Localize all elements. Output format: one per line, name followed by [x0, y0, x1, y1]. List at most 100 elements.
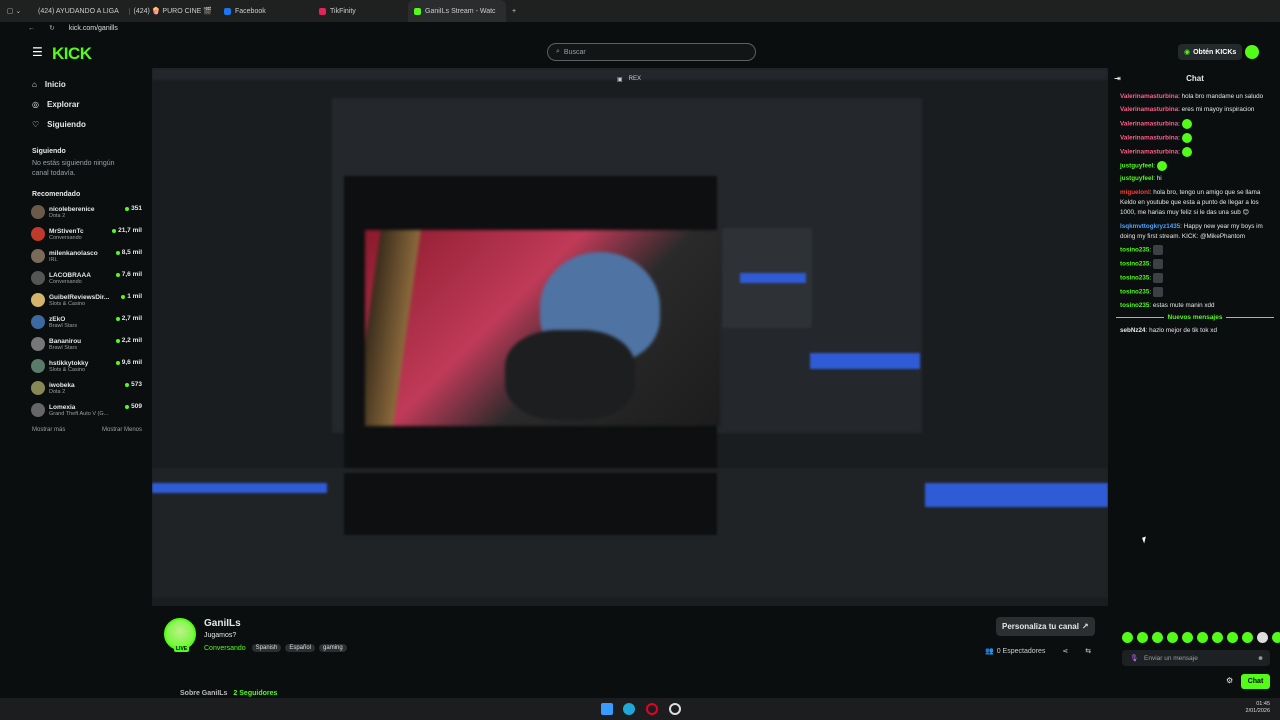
chat-username[interactable]: sebNz24	[1120, 327, 1146, 334]
stream-tag[interactable]: Spanish	[251, 644, 282, 652]
channel-name: milenkanolasco	[49, 249, 98, 257]
stream-info: LIVE GaniILs Jugamos? Conversando Spanis…	[152, 606, 1108, 700]
recommended-channel[interactable]: Bananirou Brawl Stars 2,2 mil	[0, 333, 150, 355]
chat-emote-icon	[1181, 118, 1192, 129]
share-icon[interactable]: ⋖	[1062, 647, 1068, 655]
show-less-link[interactable]: Mostrar Menos	[102, 427, 142, 433]
edge-icon[interactable]	[623, 703, 635, 715]
video-player[interactable]: ▣ REX	[152, 68, 1108, 606]
chat-input[interactable]: 🎙 Enviar un mensaje ☻	[1122, 650, 1270, 666]
channel-category: Slots & Casino	[49, 366, 86, 373]
tab-actions-icon[interactable]: ▢ ⌄	[0, 7, 28, 15]
chat-emote-icon	[1152, 273, 1163, 284]
emote-icon[interactable]	[1242, 632, 1253, 643]
about-section-heading: Sobre GaniILs 2 Seguidores	[180, 690, 278, 697]
chat-username[interactable]: tosino235	[1120, 302, 1149, 309]
back-icon[interactable]: ←	[28, 25, 35, 32]
chat-username[interactable]: Valerinamasturbina	[1120, 134, 1178, 141]
emote-icon[interactable]	[1182, 632, 1193, 643]
recommended-channel[interactable]: iwobeka Dota 2 573	[0, 377, 150, 399]
recommended-channel[interactable]: zEkO Brawl Stars 2,7 mil	[0, 311, 150, 333]
channel-name[interactable]: GaniILs	[204, 618, 241, 629]
emote-icon[interactable]	[1197, 632, 1208, 643]
browser-tab[interactable]: TikFinity	[313, 0, 408, 22]
recommended-heading: Recomendado	[32, 191, 81, 198]
show-more-link[interactable]: Mostrar más	[32, 427, 65, 433]
url-field[interactable]: kick.com/ganills	[69, 25, 118, 32]
chat-username[interactable]: miguelonl	[1120, 189, 1150, 196]
channel-name: hstikkytokky	[49, 359, 89, 367]
emote-icon[interactable]	[1272, 632, 1280, 643]
chat-username[interactable]: Valerinamasturbina	[1120, 93, 1178, 100]
chat-username[interactable]: Valerinamasturbina	[1120, 106, 1178, 113]
app-icon[interactable]	[669, 703, 681, 715]
chat-username[interactable]: Isqkmvttogkryz1435	[1120, 223, 1180, 230]
chat-username[interactable]: tosino235	[1120, 247, 1149, 254]
customize-channel-button[interactable]: Personaliza tu canal ↗	[996, 617, 1095, 636]
chat-emote-icon	[1152, 245, 1163, 256]
channel-viewers: 2,7 mil	[115, 315, 142, 322]
stream-tag[interactable]: Español	[285, 644, 316, 652]
os-taskbar: 01:45 2/01/2026	[0, 698, 1280, 720]
windows-start-icon[interactable]	[601, 703, 613, 715]
chat-username[interactable]: justguyfeel	[1120, 175, 1153, 182]
chat-settings-icon[interactable]: ⚙	[1226, 676, 1233, 685]
chat-username[interactable]: Valerinamasturbina	[1120, 120, 1178, 127]
emote-icon[interactable]	[1212, 632, 1223, 643]
emoji-icon[interactable]: ☻	[1257, 655, 1264, 662]
sidebar-nav-inicio[interactable]: ⌂ Inicio	[0, 74, 150, 94]
opera-icon[interactable]	[646, 703, 658, 715]
live-dot-icon	[121, 294, 126, 299]
search-icon: ⌕	[556, 48, 560, 55]
chat-username[interactable]: tosino235	[1120, 261, 1149, 268]
following-heading: Siguiendo	[32, 148, 66, 155]
recommended-channel[interactable]: Lomexia Grand Theft Auto V (G... 509	[0, 399, 150, 421]
browser-tab[interactable]: (424) AYUDANDO A LIGA	[28, 0, 123, 22]
stream-title: Jugamos?	[204, 632, 237, 639]
stream-category[interactable]: Conversando	[204, 645, 246, 652]
menu-icon[interactable]: ☰	[32, 45, 43, 59]
chat-username[interactable]: justguyfeel	[1120, 162, 1153, 169]
layout-icon: ▣	[617, 77, 623, 83]
sidebar-nav-label: Explorar	[46, 99, 80, 109]
search-input[interactable]: ⌕ Buscar	[547, 43, 756, 61]
collapse-chat-icon[interactable]: ⇥	[1114, 74, 1121, 83]
recommended-channel[interactable]: milenkanolasco IRL 8,5 mil	[0, 245, 150, 267]
chat-message: miguelonl: hola bro, tengo un amigo que …	[1120, 188, 1261, 217]
emote-icon[interactable]	[1227, 632, 1238, 643]
more-icon[interactable]: ⇆	[1085, 647, 1091, 655]
kick-logo[interactable]: KICK	[52, 44, 92, 64]
mic-icon[interactable]: 🎙	[1130, 654, 1138, 662]
channel-category: Brawl Stars	[49, 344, 78, 351]
browser-tab[interactable]: GaniILs Stream - Watc	[408, 0, 506, 22]
recommended-channel[interactable]: nicoleberenice Dota 2 351	[0, 201, 150, 223]
chat-username[interactable]: tosino235	[1120, 275, 1149, 282]
get-kicks-button[interactable]: ◉ Obtén KICKs	[1178, 44, 1243, 60]
emote-icon[interactable]	[1167, 632, 1178, 643]
emote-icon[interactable]	[1152, 632, 1163, 643]
channel-name: LACOBRAAA	[49, 271, 91, 279]
user-avatar[interactable]	[1245, 45, 1259, 59]
chat-username[interactable]: tosino235	[1120, 289, 1149, 296]
emote-icon[interactable]	[1122, 632, 1133, 643]
reload-icon[interactable]: ↻	[49, 24, 55, 32]
browser-tab[interactable]: (424) 🍿 PURO CINE 🎬	[123, 0, 218, 22]
channel-avatar	[31, 227, 45, 241]
recommended-channel[interactable]: LACOBRAAA Conversando 7,6 mil	[0, 267, 150, 289]
stream-tag[interactable]: gaming	[319, 644, 347, 652]
sidebar-nav-explorar[interactable]: ◎ Explorar	[0, 94, 150, 114]
chat-emote-icon	[1156, 160, 1167, 171]
recommended-channel[interactable]: MrStivenTc Conversando 21,7 mil	[0, 223, 150, 245]
recommended-channel[interactable]: GuibelReviewsDir... Slots & Casino 1 mil	[0, 289, 150, 311]
send-chat-button[interactable]: Chat	[1241, 674, 1270, 689]
recommended-channel[interactable]: hstikkytokky Slots & Casino 9,6 mil	[0, 355, 150, 377]
emote-icon[interactable]	[1257, 632, 1268, 643]
channel-avatar	[31, 293, 45, 307]
chat-username[interactable]: Valerinamasturbina	[1120, 148, 1178, 155]
new-tab-icon[interactable]: +	[506, 8, 522, 15]
channel-viewers: 509	[125, 403, 142, 410]
browser-tab[interactable]: Facebook	[218, 0, 313, 22]
sidebar-more-controls: Mostrar más Mostrar Menos	[0, 427, 150, 433]
sidebar-nav-siguiendo[interactable]: ♡ Siguiendo	[0, 114, 150, 134]
emote-icon[interactable]	[1137, 632, 1148, 643]
